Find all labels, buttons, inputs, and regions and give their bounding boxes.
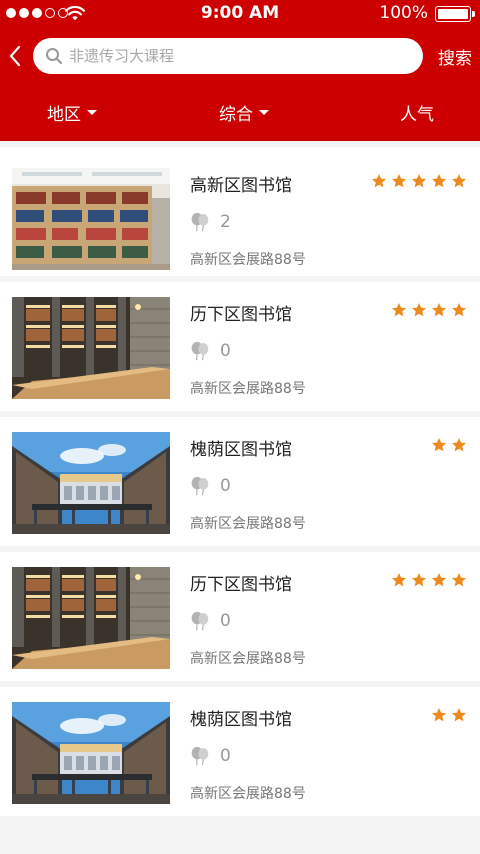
star-icon bbox=[411, 173, 427, 189]
star-icon bbox=[431, 707, 447, 723]
like-count-value: 0 bbox=[220, 611, 231, 631]
filter-popularity[interactable]: 人气 bbox=[400, 100, 434, 125]
star-icon bbox=[431, 437, 447, 453]
like-count[interactable]: 0 bbox=[190, 341, 231, 361]
list-item[interactable]: 历下区图书馆 0 高新区会展路88号 bbox=[0, 552, 480, 687]
like-count-value: 0 bbox=[220, 476, 231, 496]
rating-stars bbox=[371, 173, 467, 189]
battery-percentage: 100% bbox=[379, 3, 428, 23]
filter-overall-label: 综合 bbox=[219, 105, 253, 125]
library-title: 历下区图书馆 bbox=[190, 305, 292, 325]
library-thumbnail[interactable] bbox=[12, 168, 170, 270]
like-count-value: 0 bbox=[220, 746, 231, 766]
star-icon bbox=[391, 572, 407, 588]
balloon-icon bbox=[190, 341, 210, 361]
search-input[interactable] bbox=[69, 38, 409, 74]
star-icon bbox=[391, 302, 407, 318]
status-bar: 9:00 AM 100% bbox=[0, 0, 480, 28]
library-list: 高新区图书馆 2 高新区会展路88号 历下区图书馆 0 高新区会展路88号 槐荫区图书馆 0 高… bbox=[0, 141, 480, 822]
library-thumbnail[interactable] bbox=[12, 702, 170, 804]
library-title: 槐荫区图书馆 bbox=[190, 440, 292, 460]
library-thumbnail[interactable] bbox=[12, 297, 170, 399]
rating-stars bbox=[391, 302, 467, 318]
library-address: 高新区会展路88号 bbox=[190, 651, 306, 667]
list-item[interactable]: 槐荫区图书馆 0 高新区会展路88号 bbox=[0, 687, 480, 822]
list-item[interactable]: 槐荫区图书馆 0 高新区会展路88号 bbox=[0, 417, 480, 552]
filter-region-label: 地区 bbox=[47, 105, 81, 125]
library-address: 高新区会展路88号 bbox=[190, 786, 306, 802]
library-title: 槐荫区图书馆 bbox=[190, 710, 292, 730]
library-address: 高新区会展路88号 bbox=[190, 381, 306, 397]
rating-stars bbox=[391, 572, 467, 588]
star-icon bbox=[451, 302, 467, 318]
like-count[interactable]: 0 bbox=[190, 746, 231, 766]
search-box[interactable] bbox=[33, 38, 423, 74]
star-icon bbox=[411, 302, 427, 318]
like-count-value: 0 bbox=[220, 341, 231, 361]
like-count[interactable]: 0 bbox=[190, 476, 231, 496]
library-thumbnail[interactable] bbox=[12, 432, 170, 534]
library-title: 高新区图书馆 bbox=[190, 176, 292, 196]
star-icon bbox=[451, 437, 467, 453]
star-icon bbox=[431, 173, 447, 189]
library-address: 高新区会展路88号 bbox=[190, 252, 306, 268]
like-count-value: 2 bbox=[220, 212, 231, 232]
star-icon bbox=[411, 572, 427, 588]
search-icon bbox=[46, 48, 62, 64]
filter-overall[interactable]: 综合 bbox=[219, 100, 269, 125]
like-count[interactable]: 0 bbox=[190, 611, 231, 631]
star-icon bbox=[431, 302, 447, 318]
balloon-icon bbox=[190, 611, 210, 631]
library-thumbnail[interactable] bbox=[12, 567, 170, 669]
star-icon bbox=[451, 572, 467, 588]
list-item[interactable]: 历下区图书馆 0 高新区会展路88号 bbox=[0, 282, 480, 417]
chevron-down-icon bbox=[87, 110, 97, 115]
balloon-icon bbox=[190, 746, 210, 766]
search-button[interactable]: 搜索 bbox=[438, 44, 472, 69]
filter-popularity-label: 人气 bbox=[400, 105, 434, 125]
star-icon bbox=[391, 173, 407, 189]
app-header: 9:00 AM 100% 搜索 地区 综合 人气 bbox=[0, 0, 480, 141]
balloon-icon bbox=[190, 212, 210, 232]
chevron-down-icon bbox=[259, 110, 269, 115]
back-arrow-icon[interactable] bbox=[6, 44, 26, 68]
star-icon bbox=[431, 572, 447, 588]
library-title: 历下区图书馆 bbox=[190, 575, 292, 595]
star-icon bbox=[371, 173, 387, 189]
like-count[interactable]: 2 bbox=[190, 212, 231, 232]
rating-stars bbox=[431, 707, 467, 723]
list-item[interactable]: 高新区图书馆 2 高新区会展路88号 bbox=[0, 141, 480, 282]
star-icon bbox=[451, 173, 467, 189]
filter-region[interactable]: 地区 bbox=[47, 100, 97, 125]
battery-icon bbox=[435, 6, 475, 22]
library-address: 高新区会展路88号 bbox=[190, 516, 306, 532]
star-icon bbox=[451, 707, 467, 723]
rating-stars bbox=[431, 437, 467, 453]
balloon-icon bbox=[190, 476, 210, 496]
